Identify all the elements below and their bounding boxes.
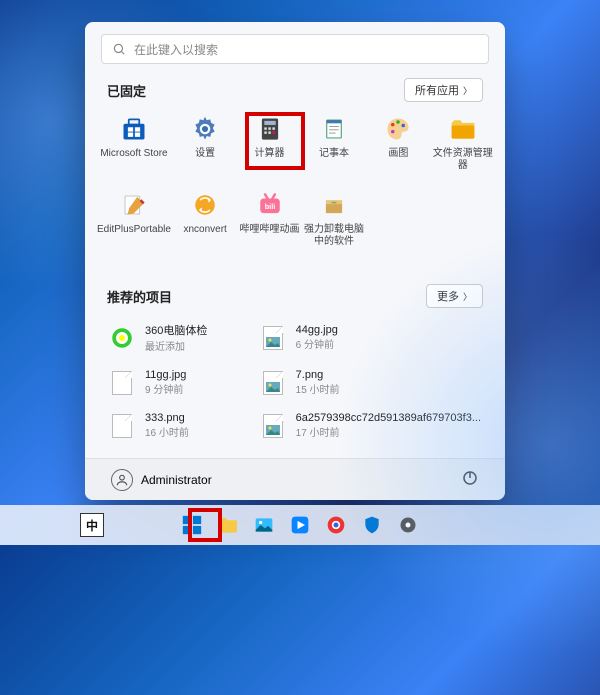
power-icon (461, 469, 479, 487)
editplus-icon (119, 190, 149, 220)
photos-icon (254, 515, 274, 535)
windows-start-icon (181, 514, 203, 536)
media-player-icon (290, 515, 310, 535)
search-input[interactable]: 在此键入以搜索 (101, 34, 489, 64)
app-tile-bilibili[interactable]: bili 哔哩哔哩动画 (237, 186, 301, 252)
bilibili-icon: bili (255, 190, 285, 220)
notepad-icon (319, 114, 349, 144)
taskbar-settings[interactable] (394, 511, 422, 539)
start-menu-footer: Administrator (85, 458, 505, 500)
app-tile-notepad[interactable]: 记事本 (302, 110, 366, 176)
app-tile-microsoft-store[interactable]: Microsoft Store (95, 110, 173, 176)
recommended-item[interactable]: 7.png15 小时前 (258, 367, 483, 398)
pinned-title: 已固定 (107, 81, 146, 100)
browser-icon (326, 515, 346, 535)
recommended-item[interactable]: 333.png16 小时前 (107, 410, 242, 441)
app-tile-uninstall[interactable]: 强力卸载电脑中的软件 (302, 186, 366, 252)
image-file-icon (260, 325, 286, 351)
taskbar-file-explorer[interactable] (214, 511, 242, 539)
chevron-right-icon: 〉 (463, 84, 472, 97)
taskbar-photos[interactable] (250, 511, 278, 539)
app-tile-calculator[interactable]: 计算器 (237, 110, 301, 176)
username-label: Administrator (141, 473, 212, 487)
user-account-button[interactable]: Administrator (105, 465, 218, 495)
pinned-header: 已固定 所有应用 〉 (85, 72, 505, 110)
start-menu: 在此键入以搜索 已固定 所有应用 〉 Microsoft Store 设置 计算… (85, 22, 505, 500)
app-tile-paint[interactable]: 画图 (366, 110, 430, 176)
app-tile-settings[interactable]: 设置 (173, 110, 237, 176)
image-file-icon (260, 413, 286, 439)
folder-icon (217, 514, 239, 536)
ms-store-icon (119, 114, 149, 144)
recommended-item[interactable]: 6a2579398cc72d591389af679703f3...17 小时前 (258, 410, 483, 441)
taskbar-start-button[interactable] (178, 511, 206, 539)
paint-icon (383, 114, 413, 144)
recommended-item[interactable]: 360电脑体检最近添加 (107, 320, 242, 355)
app-tile-editplus[interactable]: EditPlusPortable (95, 186, 173, 252)
ime-indicator[interactable]: 中 (80, 513, 104, 537)
file-icon (109, 413, 135, 439)
search-placeholder: 在此键入以搜索 (134, 41, 218, 58)
svg-text:bili: bili (264, 202, 275, 211)
power-button[interactable] (455, 463, 485, 496)
calculator-icon (255, 114, 285, 144)
chevron-right-icon: 〉 (463, 290, 472, 303)
search-icon (112, 42, 126, 56)
taskbar-browser[interactable] (322, 511, 350, 539)
uninstall-icon (319, 190, 349, 220)
taskbar-media-player[interactable] (286, 511, 314, 539)
recommended-header: 推荐的项目 更多 〉 (85, 278, 505, 316)
app-tile-xnconvert[interactable]: xnconvert (173, 186, 237, 252)
xnconvert-icon (190, 190, 220, 220)
avatar-icon (111, 469, 133, 491)
recommended-title: 推荐的项目 (107, 287, 172, 306)
recommended-item[interactable]: 11gg.jpg9 分钟前 (107, 367, 242, 398)
shield-icon (362, 515, 382, 535)
recommended-list: 360电脑体检最近添加 44gg.jpg6 分钟前 11gg.jpg9 分钟前 … (85, 320, 505, 441)
more-button[interactable]: 更多 〉 (426, 284, 483, 308)
taskbar: 中 (0, 505, 600, 545)
folder-icon (448, 114, 478, 144)
pinned-grid: Microsoft Store 设置 计算器 记事本 画图 (85, 110, 505, 252)
file-icon (109, 370, 135, 396)
app-360-icon (109, 325, 135, 351)
image-file-icon (260, 370, 286, 396)
all-apps-button[interactable]: 所有应用 〉 (404, 78, 483, 102)
settings-icon (190, 114, 220, 144)
app-tile-file-explorer[interactable]: 文件资源管理器 (431, 110, 495, 176)
settings-icon (398, 515, 418, 535)
recommended-item[interactable]: 44gg.jpg6 分钟前 (258, 320, 483, 355)
taskbar-security[interactable] (358, 511, 386, 539)
